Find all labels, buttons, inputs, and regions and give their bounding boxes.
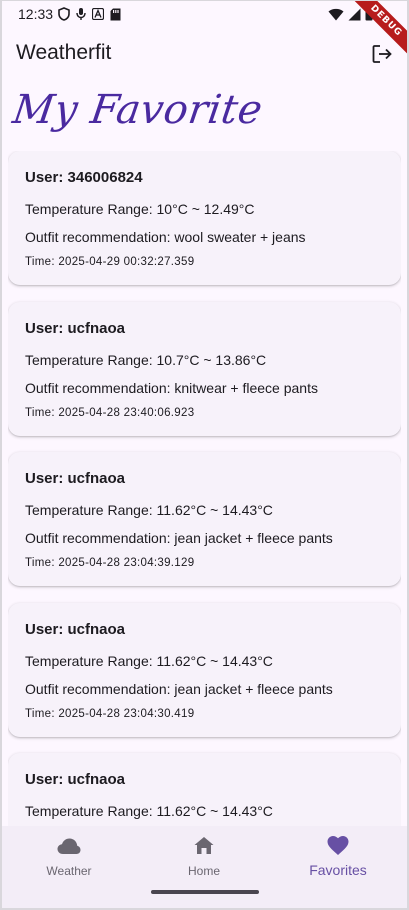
a-icon	[92, 8, 104, 20]
nav-item-favorites[interactable]: Favorites	[278, 834, 398, 884]
card-outfit-recommendation: Outfit recommendation: wool sweater + je…	[25, 229, 306, 245]
home-icon	[194, 837, 214, 854]
card-user: User: ucfnaoa	[25, 771, 126, 788]
logout-icon	[372, 45, 392, 63]
card-temperature-range: Temperature Range: 11.62°C ~ 14.43°C	[25, 652, 273, 669]
card-time: Time: 2025-04-29 00:32:27.359	[25, 256, 195, 268]
phone-screen: 12:33 DEBUG Weatherfit My Favorite User:…	[2, 1, 407, 908]
signal-icon	[348, 8, 361, 20]
sd-card-icon	[110, 8, 121, 20]
nav-item-weather[interactable]: Weather	[9, 834, 129, 884]
card-temperature-range: Temperature Range: 10°C ~ 12.49°C	[25, 201, 255, 217]
app-title: Weatherfit	[16, 41, 112, 64]
bottom-navigation: Weather Home Favorites	[2, 826, 407, 908]
status-left-icons	[58, 7, 121, 21]
card-temperature-range: Temperature Range: 11.62°C ~ 14.43°C	[25, 502, 273, 518]
card-time: Time: 2025-04-28 23:04:39.129	[25, 557, 195, 569]
gesture-bar[interactable]	[150, 890, 259, 894]
favorites-list[interactable]: User: 346006824 Temperature Range: 10°C …	[8, 151, 401, 826]
nav-label-favorites: Favorites	[309, 862, 367, 878]
favorite-card[interactable]: User: ucfnaoa Temperature Range: 11.62°C…	[8, 452, 401, 586]
status-bar: 12:33 DEBUG	[2, 1, 407, 59]
favorite-card[interactable]: User: ucfnaoa Temperature Range: 11.62°C…	[8, 753, 401, 826]
wifi-icon	[328, 8, 344, 20]
card-user: User: ucfnaoa	[25, 470, 126, 487]
nav-label-weather: Weather	[46, 864, 92, 878]
mic-icon	[76, 8, 86, 20]
card-outfit-recommendation: Outfit recommendation: jean jacket + fle…	[25, 530, 333, 546]
favorite-card[interactable]: User: ucfnaoa Temperature Range: 11.62°C…	[8, 602, 401, 737]
card-outfit-recommendation: Outfit recommendation: jean jacket + fle…	[25, 680, 333, 697]
card-user: User: ucfnaoa	[25, 620, 126, 638]
nav-label-home: Home	[187, 864, 220, 878]
cloud-icon	[57, 838, 81, 854]
page-heading: My Favorite	[10, 87, 266, 133]
logout-button[interactable]	[367, 39, 397, 69]
app-bar: Weatherfit	[2, 29, 407, 79]
status-time: 12:33	[18, 6, 54, 22]
favorite-card[interactable]: User: 346006824 Temperature Range: 10°C …	[8, 151, 401, 285]
shield-icon	[58, 7, 70, 21]
favorite-card[interactable]: User: ucfnaoa Temperature Range: 10.7°C …	[8, 301, 401, 436]
nav-item-home[interactable]: Home	[144, 834, 264, 884]
card-user: User: 346006824	[25, 169, 143, 186]
card-time: Time: 2025-04-28 23:40:06.923	[25, 406, 195, 419]
heart-icon	[327, 836, 349, 855]
card-outfit-recommendation: Outfit recommendation: knitwear + fleece…	[25, 379, 318, 396]
card-time: Time: 2025-04-28 23:04:30.419	[25, 707, 195, 720]
card-temperature-range: Temperature Range: 10.7°C ~ 13.86°C	[25, 351, 267, 368]
card-user: User: ucfnaoa	[25, 319, 126, 337]
card-temperature-range: Temperature Range: 11.62°C ~ 14.43°C	[25, 803, 273, 819]
